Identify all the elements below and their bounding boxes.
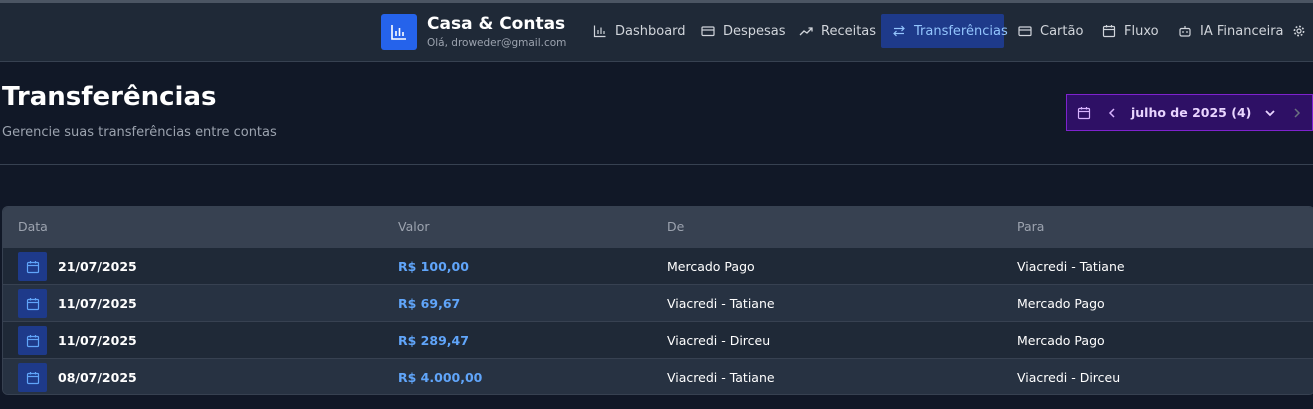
column-header-date[interactable]: Data (18, 219, 48, 234)
row-to: Mercado Pago (1017, 333, 1105, 348)
row-value: R$ 4.000,00 (398, 370, 483, 385)
nav-despesas-label: Despesas (723, 23, 786, 39)
row-date: 11/07/2025 (58, 333, 137, 348)
calendar-icon (18, 363, 47, 392)
row-date: 21/07/2025 (58, 259, 137, 274)
calendar-icon (18, 289, 47, 318)
brand[interactable]: Casa & Contas Olá, droweder@gmail.com (381, 14, 566, 50)
nav-cartao-label: Cartão (1040, 23, 1084, 39)
table-row[interactable]: 08/07/2025 R$ 4.000,00 Viacredi - Tatian… (3, 358, 1313, 394)
month-label: julho de 2025 (4) (1131, 105, 1252, 120)
nav-cartao[interactable]: Cartão (1007, 14, 1094, 48)
column-header-to[interactable]: Para (1017, 219, 1044, 234)
transfers-table: Data Valor De Para 21/07/2025 R$ 100,00 … (2, 206, 1313, 395)
nav-fluxo-label: Fluxo (1124, 23, 1159, 39)
page-title: Transferências (2, 82, 217, 112)
nav-settings[interactable] (1286, 14, 1313, 48)
nav-dashboard-label: Dashboard (615, 23, 686, 39)
nav-transferencias[interactable]: Transferências (881, 14, 1008, 48)
row-value: R$ 289,47 (398, 333, 469, 348)
top-navbar: Casa & Contas Olá, droweder@gmail.com Da… (0, 3, 1313, 62)
row-from: Viacredi - Dirceu (667, 333, 771, 348)
column-header-value[interactable]: Valor (398, 219, 430, 234)
row-to: Viacredi - Tatiane (1017, 259, 1125, 274)
header-divider (0, 164, 1313, 165)
row-to: Mercado Pago (1017, 296, 1105, 311)
nav-despesas[interactable]: Despesas (690, 14, 797, 48)
gear-icon (1293, 25, 1305, 37)
row-value: R$ 100,00 (398, 259, 469, 274)
chevron-left-icon[interactable] (1105, 106, 1119, 120)
column-header-from[interactable]: De (667, 219, 684, 234)
calendar-icon (18, 326, 47, 355)
calendar-icon (18, 252, 47, 281)
chevron-down-icon[interactable] (1263, 106, 1277, 120)
nav-fluxo[interactable]: Fluxo (1091, 14, 1170, 48)
row-date: 08/07/2025 (58, 370, 137, 385)
calendar-icon (1102, 25, 1116, 38)
nav-ia-financeira-label: IA Financeira (1200, 23, 1284, 39)
nav-transferencias-label: Transferências (914, 23, 1008, 39)
row-from: Viacredi - Tatiane (667, 370, 775, 385)
table-row[interactable]: 11/07/2025 R$ 69,67 Viacredi - Tatiane M… (3, 284, 1313, 321)
month-picker[interactable]: julho de 2025 (4) (1066, 94, 1313, 131)
bot-icon (1179, 26, 1191, 37)
nav-ia-financeira[interactable]: IA Financeira (1167, 14, 1295, 48)
row-date: 11/07/2025 (58, 296, 137, 311)
nav-receitas[interactable]: Receitas (788, 14, 887, 48)
user-greeting: Olá, droweder@gmail.com (427, 37, 567, 49)
row-to: Viacredi - Dirceu (1017, 370, 1121, 385)
card-icon (1018, 26, 1032, 37)
table-header: Data Valor De Para (3, 207, 1313, 247)
trending-up-icon (799, 27, 813, 36)
row-from: Viacredi - Tatiane (667, 296, 775, 311)
row-from: Mercado Pago (667, 259, 755, 274)
nav-dashboard[interactable]: Dashboard (582, 14, 697, 48)
table-row[interactable]: 21/07/2025 R$ 100,00 Mercado Pago Viacre… (3, 247, 1313, 284)
nav-receitas-label: Receitas (821, 23, 877, 39)
bar-chart-icon (593, 25, 606, 38)
arrows-swap-icon (893, 25, 905, 37)
calendar-icon (1077, 107, 1091, 120)
table-row[interactable]: 11/07/2025 R$ 289,47 Viacredi - Dirceu M… (3, 321, 1313, 358)
bar-chart-logo-icon (381, 14, 417, 50)
row-value: R$ 69,67 (398, 296, 461, 311)
chevron-right-icon[interactable] (1290, 106, 1304, 120)
page-subtitle: Gerencie suas transferências entre conta… (2, 125, 277, 140)
app-title: Casa & Contas (427, 14, 566, 34)
credit-card-icon (701, 26, 715, 37)
